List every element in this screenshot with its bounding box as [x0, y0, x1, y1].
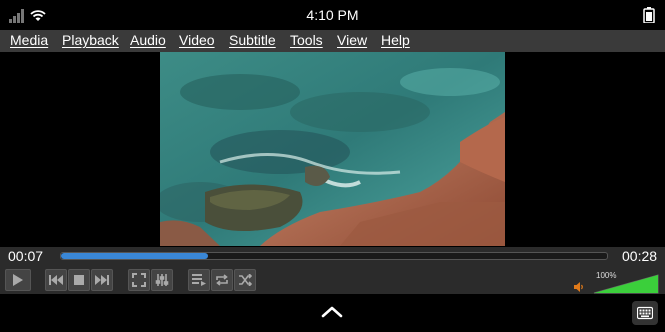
menu-video[interactable]: Video [179, 32, 215, 48]
menu-view[interactable]: View [337, 32, 367, 48]
next-icon [95, 275, 109, 285]
playlist-button[interactable] [188, 269, 210, 291]
stop-button[interactable] [68, 269, 90, 291]
clock: 4:10 PM [306, 7, 359, 23]
video-frame[interactable] [160, 52, 505, 246]
menu-media[interactable]: Media [10, 32, 48, 48]
fullscreen-icon [132, 273, 146, 287]
menu-audio[interactable]: Audio [130, 32, 166, 48]
previous-button[interactable] [45, 269, 67, 291]
next-button[interactable] [91, 269, 113, 291]
loop-icon [216, 274, 228, 286]
menu-tools[interactable]: Tools [290, 32, 323, 48]
fullscreen-button[interactable] [128, 269, 150, 291]
play-icon [13, 274, 23, 286]
menu-subtitle[interactable]: Subtitle [229, 32, 276, 48]
volume-slider[interactable] [592, 272, 660, 294]
shuffle-icon [239, 274, 252, 286]
seek-row: 00:07 00:28 [0, 247, 665, 267]
menu-help[interactable]: Help [381, 32, 410, 48]
seek-slider[interactable] [60, 252, 608, 260]
seek-progress [61, 253, 209, 259]
chevron-up-icon[interactable] [321, 305, 343, 319]
keyboard-button[interactable] [632, 301, 658, 325]
stop-icon [74, 275, 84, 285]
menu-bar: Media Playback Audio Video Subtitle Tool… [0, 30, 665, 52]
loop-button[interactable] [211, 269, 233, 291]
video-area[interactable] [0, 52, 665, 248]
keyboard-icon [637, 306, 653, 320]
battery-icon [643, 7, 655, 23]
total-time: 00:28 [622, 248, 658, 264]
controls-bar [0, 267, 665, 294]
extended-settings-button[interactable] [151, 269, 173, 291]
previous-icon [49, 275, 63, 285]
play-button[interactable] [5, 269, 31, 291]
status-bar: 4:10 PM [0, 0, 665, 30]
shuffle-button[interactable] [234, 269, 256, 291]
elapsed-time: 00:07 [8, 248, 44, 264]
menu-playback[interactable]: Playback [62, 32, 119, 48]
speaker-icon[interactable] [573, 281, 585, 293]
extended-settings-icon [155, 274, 169, 286]
playlist-icon [192, 274, 206, 286]
